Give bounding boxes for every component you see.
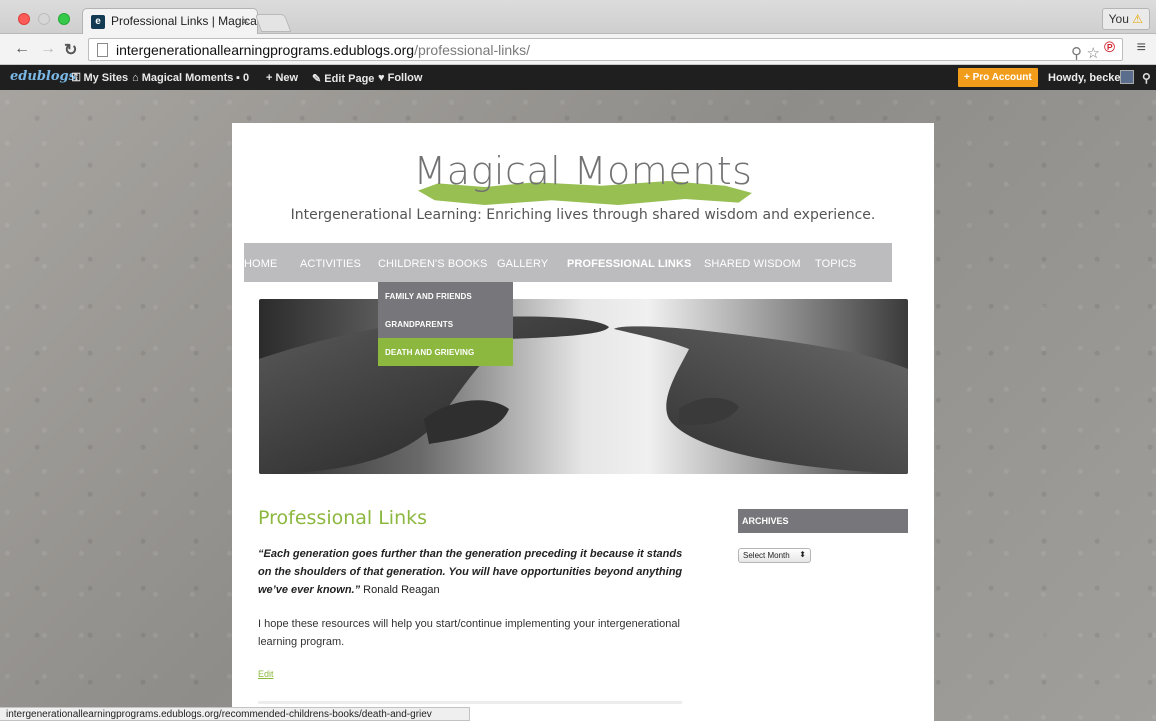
page-icon [97,43,108,57]
my-sites-link[interactable]: ⚿ My Sites [72,72,128,85]
archives-month-select[interactable]: Select Month ⬍ [738,548,811,563]
follow-link[interactable]: ♥ Follow [378,72,422,84]
url-path: /professional-links/ [414,42,531,58]
zoom-search-icon[interactable]: ⚲ [1071,44,1082,62]
follow-label: Follow [387,72,423,84]
quote-text: “Each generation goes further than the g… [258,548,683,596]
pro-account-button[interactable]: + Pro Account [958,68,1038,87]
nav-item-gallery[interactable]: GALLERY [497,258,548,270]
key-icon: ⚿ [72,72,84,84]
comments-link[interactable]: ▪ 0 [236,72,249,84]
edublogs-favicon-icon: e [91,15,105,29]
dropdown-item-death-and-grieving[interactable]: DEATH AND GRIEVING [378,338,513,366]
nav-item-topics[interactable]: TOPICS [815,258,856,270]
main-navigation: HOME ACTIVITIES CHILDREN'S BOOKS GALLERY… [244,243,892,282]
profile-label: You [1108,12,1129,26]
site-title[interactable]: Magical Moments [232,149,934,193]
minimize-window-button[interactable] [38,13,50,25]
intro-paragraph: I hope these resources will help you sta… [258,618,680,648]
admin-bar: edublogs ⚿ My Sites ⌂ Magical Moments ▪ … [0,65,1156,90]
forward-arrow-icon[interactable]: → [40,40,56,58]
reload-icon[interactable]: ↻ [64,40,77,60]
comment-icon: ▪ [236,72,243,84]
childrens-books-dropdown: FAMILY AND FRIENDS GRANDPARENTS DEATH AN… [378,282,513,366]
maximize-window-button[interactable] [58,13,70,25]
home-icon: ⌂ [132,72,142,84]
nav-item-shared-wisdom[interactable]: SHARED WISDOM [704,258,801,270]
warning-icon: ⚠ [1132,12,1143,26]
tab-close-icon[interactable]: × [242,14,249,28]
status-bar-url: intergenerationallearningprograms.edublo… [0,707,470,721]
heart-icon: ♥ [378,72,388,84]
edublogs-logo[interactable]: edublogs [10,69,76,84]
pencil-icon: ✎ [312,73,325,85]
avatar[interactable] [1120,70,1134,84]
bookmark-star-icon[interactable]: ☆ [1087,44,1100,62]
nav-item-home[interactable]: HOME [244,258,277,270]
browser-menu-icon[interactable]: ≡ [1137,39,1146,57]
select-arrow-icon: ⬍ [799,550,806,559]
dropdown-item-family-and-friends[interactable]: FAMILY AND FRIENDS [378,282,513,310]
reagan-quote: “Each generation goes further than the g… [258,545,688,599]
search-icon[interactable]: ⚲ [1142,71,1151,85]
site-tagline: Intergenerational Learning: Enriching li… [290,207,876,223]
edit-page-label: Edit Page [324,73,375,85]
url-host: intergenerationallearningprograms.edublo… [116,42,415,58]
pro-account-label: Pro Account [972,72,1032,83]
nav-item-professional-links[interactable]: PROFESSIONAL LINKS [567,258,691,270]
post-title: Professional Links [258,507,428,529]
profile-button[interactable]: You ⚠ [1101,8,1150,30]
close-window-button[interactable] [18,13,30,25]
new-label: New [275,72,299,84]
plus-icon: + [964,72,973,83]
new-tab-button[interactable] [254,14,292,32]
site-name-link[interactable]: ⌂ Magical Moments [132,72,233,84]
edit-post-link[interactable]: Edit [258,669,274,679]
my-sites-label: My Sites [83,72,129,84]
new-content-link[interactable]: + New [266,72,298,84]
select-month-label: Select Month [743,551,790,560]
site-name-label: Magical Moments [141,72,234,84]
post-divider [258,701,682,704]
browser-tab[interactable]: e Professional Links | Magica × [82,8,258,34]
edit-page-link[interactable]: ✎ Edit Page [312,72,374,85]
archives-widget-title: ARCHIVES [738,509,908,533]
nav-item-activities[interactable]: ACTIVITIES [300,258,361,270]
address-bar[interactable]: intergenerationallearningprograms.edublo… [88,38,1123,62]
nav-item-childrens-books[interactable]: CHILDREN'S BOOKS [378,258,487,270]
site-container: Magical Moments Intergenerational Learni… [232,123,934,721]
browser-tab-bar: e Professional Links | Magica × You ⚠ [0,0,1156,34]
tab-title: Professional Links | Magica [111,14,257,28]
back-arrow-icon[interactable]: ← [14,40,30,58]
comments-count: 0 [242,72,250,84]
hero-image-hands [259,299,908,474]
hands-illustration [259,316,908,474]
pinterest-icon[interactable]: ℗ [1104,39,1115,56]
browser-toolbar: ← → ↻ intergenerationallearningprograms.… [0,34,1156,65]
quote-author: Ronald Reagan [363,584,440,596]
dropdown-item-grandparents[interactable]: GRANDPARENTS [378,310,513,338]
